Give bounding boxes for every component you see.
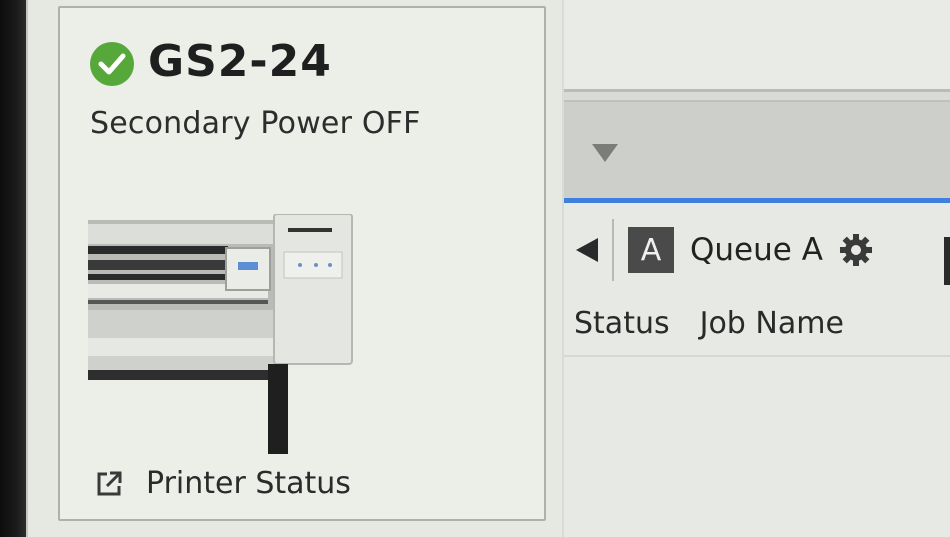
caret-down-icon[interactable] (592, 144, 618, 162)
tab-queue-a[interactable]: A Queue A (564, 215, 950, 285)
queue-panel: A Queue A Status Job Name (564, 203, 950, 537)
printer-status-label: Printer Status (146, 466, 351, 501)
device-name: GS2-24 (148, 36, 332, 87)
printer-status-link[interactable]: Printer Status (94, 466, 351, 501)
queue-badge: A (628, 227, 674, 273)
header-separator (564, 355, 950, 357)
device-panel: GS2-24 Secondary Power OFF Printer Statu… (26, 0, 562, 537)
screen-bezel (0, 0, 26, 537)
column-header-status[interactable]: Status (574, 306, 670, 341)
gear-icon[interactable] (839, 233, 873, 267)
tab-edge (944, 237, 950, 285)
external-link-icon (97, 471, 122, 495)
table-header: Status Job Name (564, 299, 950, 347)
device-card[interactable]: GS2-24 Secondary Power OFF Printer Statu… (58, 6, 546, 521)
triangle-left-icon[interactable] (576, 238, 598, 262)
column-header-job-name[interactable]: Job Name (700, 306, 844, 341)
printer-image (88, 214, 353, 454)
queue-label: Queue A (690, 232, 823, 268)
device-status-text: Secondary Power OFF (90, 106, 421, 141)
tab-divider (612, 219, 614, 281)
check-circle-icon (90, 42, 134, 86)
right-top-panel (564, 0, 950, 92)
queue-header-bar (564, 100, 950, 198)
